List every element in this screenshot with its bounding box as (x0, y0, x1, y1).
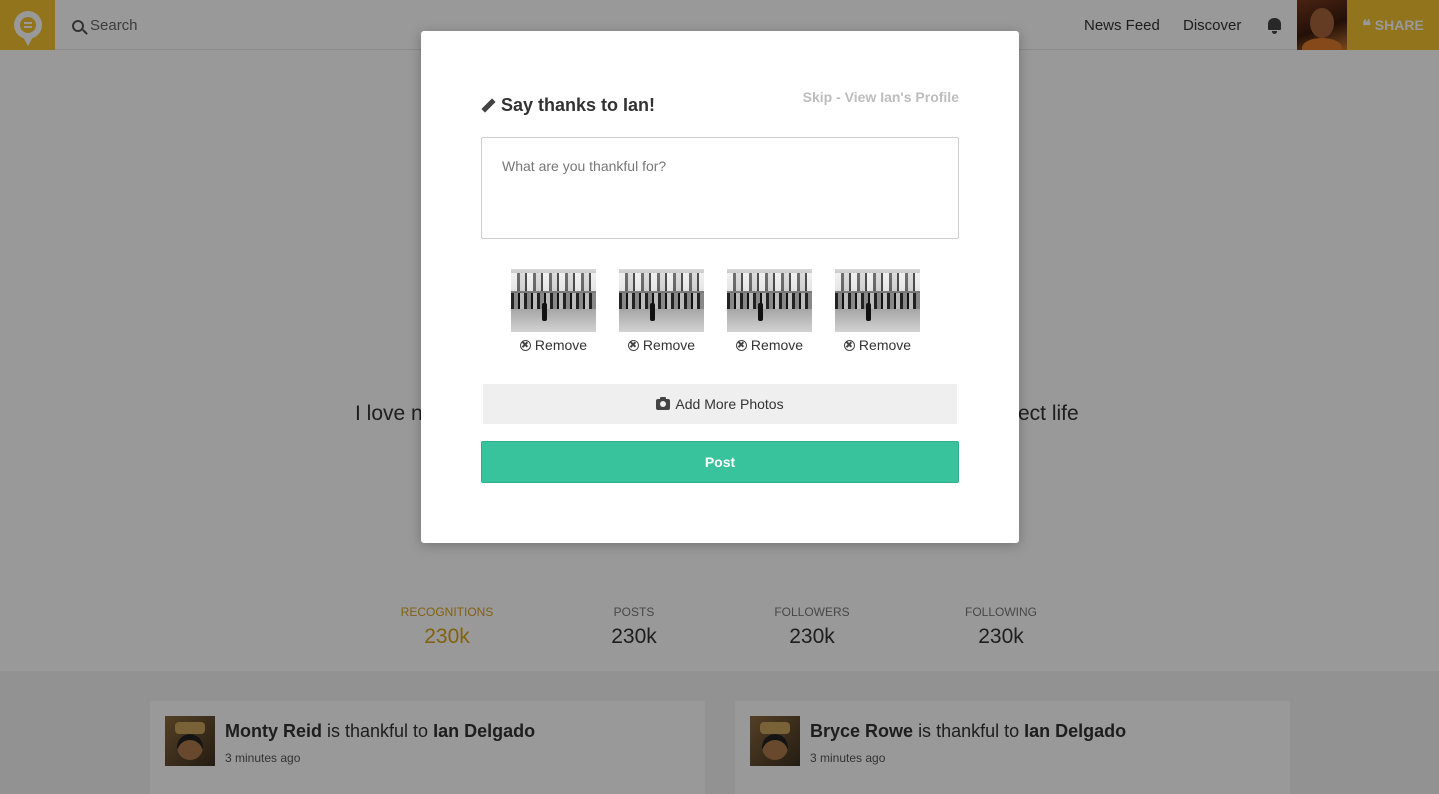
remove-label: Remove (750, 337, 804, 353)
skip-link[interactable]: Skip - View Ian's Profile (803, 89, 959, 105)
remove-label: Remove (534, 337, 588, 353)
photo-list: Remove Remove Remove Remove (511, 269, 920, 353)
thanks-input[interactable] (481, 137, 959, 239)
photo-item: Remove (835, 269, 920, 353)
post-button[interactable]: Post (481, 441, 959, 483)
add-photos-label: Add More Photos (675, 396, 784, 412)
photo-item: Remove (511, 269, 596, 353)
remove-photo-button[interactable]: Remove (843, 337, 912, 353)
remove-circle-icon (627, 339, 639, 351)
remove-photo-button[interactable]: Remove (735, 337, 804, 353)
camera-icon (656, 396, 671, 410)
photo-item: Remove (619, 269, 704, 353)
remove-photo-button[interactable]: Remove (519, 337, 588, 353)
modal-title-text: Say thanks to Ian! (501, 95, 656, 115)
photo-item: Remove (727, 269, 812, 353)
modal-title: Say thanks to Ian! (481, 95, 655, 116)
remove-label: Remove (642, 337, 696, 353)
photo-thumbnail[interactable] (511, 269, 596, 332)
photo-thumbnail[interactable] (835, 269, 920, 332)
add-more-photos-button[interactable]: Add More Photos (483, 384, 957, 424)
remove-photo-button[interactable]: Remove (627, 337, 696, 353)
remove-circle-icon (735, 339, 747, 351)
pencil-icon (481, 99, 495, 113)
photo-thumbnail[interactable] (727, 269, 812, 332)
remove-label: Remove (858, 337, 912, 353)
photo-thumbnail[interactable] (619, 269, 704, 332)
remove-circle-icon (519, 339, 531, 351)
say-thanks-modal: Say thanks to Ian! Skip - View Ian's Pro… (421, 31, 1019, 543)
remove-circle-icon (843, 339, 855, 351)
